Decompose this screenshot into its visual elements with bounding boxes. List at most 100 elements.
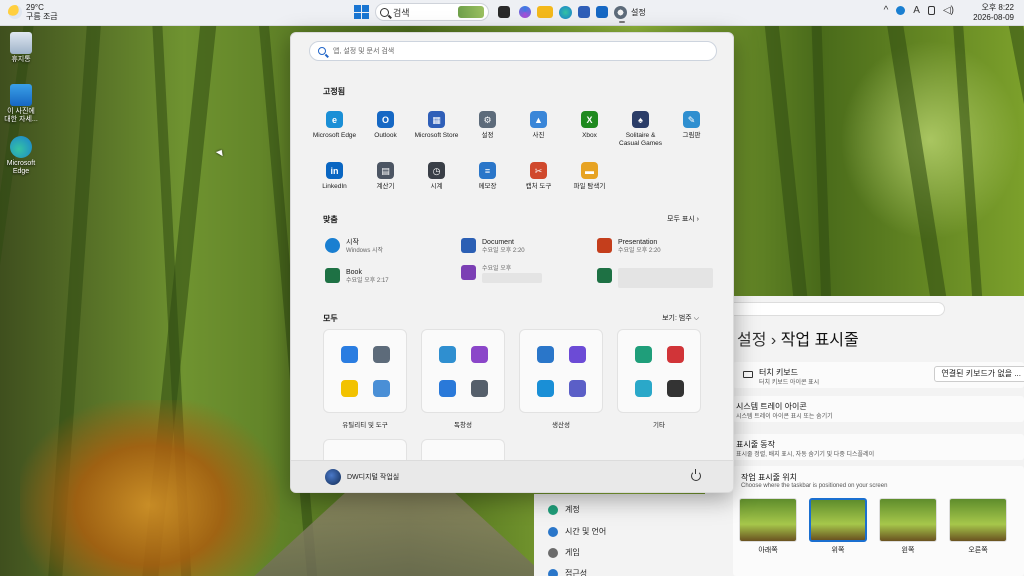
app-icon (634, 345, 652, 363)
recommended-name: Book (346, 269, 362, 276)
pinned-app[interactable]: ⚙ 설정 (462, 111, 513, 148)
touch-keyboard-row[interactable]: 터치 키보드 터치 키보드 아이콘 표시 연결된 키보드가 없을 ... (733, 362, 1024, 388)
taskbar-position-sub: Choose where the taskbar is positioned o… (741, 483, 888, 489)
folder-label: 생산성 (552, 422, 570, 429)
position-bottom[interactable]: 아래쪽 (739, 498, 797, 555)
recommended-name: Document (482, 239, 514, 246)
page-title: 작업 표시줄 (780, 332, 859, 349)
desktop-icon-photo-info[interactable]: 이 사진에 대한 자세... (3, 84, 39, 124)
pinned-app-label: 파일 탐색기 (573, 183, 606, 190)
folder-icon-grid (519, 329, 603, 413)
desktop-icon-edge[interactable]: Microsoft Edge (3, 136, 39, 176)
pinned-app[interactable]: ♠ Solitaire & Casual Games (615, 111, 666, 148)
recommended-item[interactable]: Presentation 수요일 오후 2:20 (597, 238, 661, 255)
view-category-button[interactable]: 보기: 범주 ⌵ (662, 313, 699, 323)
sidebar-item-label: 시간 및 언어 (565, 527, 607, 536)
pinned-app[interactable]: e Microsoft Edge (309, 111, 360, 148)
app-icon (340, 379, 358, 397)
position-left[interactable]: 왼쪽 (879, 498, 937, 555)
search-icon (318, 47, 326, 55)
category-folder[interactable]: 기타 (617, 329, 701, 429)
show-all-button[interactable]: 모두 표시 › (667, 214, 699, 224)
app-icon (438, 345, 456, 363)
weather-icon (8, 5, 22, 19)
position-preview (809, 498, 867, 542)
settings-icon[interactable] (614, 5, 627, 23)
touch-keyboard-dropdown[interactable]: 연결된 키보드가 없을 ... (934, 366, 1024, 382)
recommended-title: 맞춤 (323, 215, 338, 224)
breadcrumb-parent[interactable]: l 설정 (729, 332, 766, 349)
recommended-sub: 수요일 오후 2:20 (482, 248, 525, 254)
onenote-icon (461, 265, 476, 280)
recommended-sub: 수요일 오후 2:17 (346, 278, 389, 284)
pinned-app[interactable]: X Xbox (564, 111, 615, 148)
settings-search-input[interactable] (725, 302, 945, 316)
sidebar-item-accessibility[interactable]: 접근성 (548, 568, 587, 576)
chevron-up-icon[interactable]: ^ (884, 5, 889, 16)
user-account-button[interactable]: DW디지털 작업실 (325, 469, 399, 485)
position-right[interactable]: 오른쪽 (949, 498, 1007, 555)
pinned-app-label: 계산기 (376, 183, 395, 190)
pinned-app[interactable]: ◷ 시계 (411, 162, 462, 191)
pinned-app-label: Solitaire & Casual Games (619, 132, 662, 147)
clock-date: 2026-08-09 (973, 13, 1014, 22)
folder-label: 유틸리티 및 도구 (342, 422, 388, 429)
app-icon (568, 345, 586, 363)
folder-icon-grid (421, 329, 505, 413)
copilot-icon[interactable] (519, 6, 531, 18)
start-button[interactable] (353, 4, 369, 20)
desktop-icon-recycle-bin[interactable]: 휴지통 (3, 32, 39, 64)
app-icon (470, 345, 488, 363)
pinned-app[interactable]: ▦ Microsoft Store (411, 111, 462, 148)
volume-icon[interactable]: ◁) (943, 5, 954, 16)
ime-indicator[interactable]: A (913, 5, 920, 16)
start-footer: DW디지털 작업실 (291, 460, 733, 492)
task-view-icon[interactable] (498, 6, 510, 18)
outlook-icon[interactable] (596, 6, 608, 18)
category-folder[interactable]: 유틸리티 및 도구 (323, 329, 407, 429)
weather-widget[interactable]: 29°C 구름 조금 (8, 3, 58, 21)
recommended-item[interactable]: Document 수요일 오후 2:20 (461, 238, 525, 255)
store-icon[interactable] (578, 6, 590, 18)
pinned-app[interactable]: ▲ 사진 (513, 111, 564, 148)
recommended-item[interactable]: Book 수요일 오후 2:17 (325, 268, 389, 285)
recommended-item[interactable]: 수요일 오후 (461, 265, 542, 286)
system-tray-icons-row[interactable]: 시스템 트레이 아이콘 시스템 트레이 아이콘 표시 또는 숨기기 (733, 396, 1024, 422)
sidebar-item-time-language[interactable]: 시간 및 언어 (548, 526, 606, 537)
excel-icon (325, 268, 340, 283)
file-explorer-icon[interactable] (537, 6, 553, 18)
start-search-input[interactable]: 앱, 설정 및 문서 검색 (309, 41, 717, 61)
pinned-app[interactable]: ≡ 메모장 (462, 162, 513, 191)
pinned-app[interactable]: ✂ 캡처 도구 (513, 162, 564, 191)
system-tray: ^ A ◁) (884, 5, 954, 16)
battery-icon[interactable] (927, 6, 935, 15)
globe-icon (548, 526, 558, 537)
pinned-app-label: 그림판 (682, 132, 701, 139)
recycle-bin-icon (10, 32, 32, 54)
pinned-app[interactable]: ▤ 계산기 (360, 162, 411, 191)
pinned-app-label: 사진 (532, 132, 545, 139)
pinned-app[interactable]: ▬ 파일 탐색기 (564, 162, 615, 191)
recommended-sub: 수요일 오후 2:20 (618, 248, 661, 254)
taskbar-behaviors-row[interactable]: 표시줄 동작 표시줄 정렬, 배지 표시, 자동 숨기기 및 다중 디스플레이 (733, 434, 1024, 460)
clock[interactable]: 오후 8:22 2026-08-09 (973, 3, 1014, 23)
pinned-app[interactable]: in LinkedIn (309, 162, 360, 191)
onedrive-icon[interactable] (896, 6, 906, 15)
app-icon: ✎ (683, 111, 700, 128)
recommended-item[interactable]: 시작 Windows 시작 (325, 238, 383, 255)
app-icon: e (326, 111, 343, 128)
recommended-item[interactable] (597, 268, 713, 291)
category-folder[interactable]: 생산성 (519, 329, 603, 429)
sidebar-item-gaming[interactable]: 게임 (548, 547, 580, 558)
pinned-app[interactable]: ✎ 그림판 (666, 111, 717, 148)
category-folder[interactable]: 독창성 (421, 329, 505, 429)
weather-temp: 29°C (26, 3, 44, 12)
position-top[interactable]: 위쪽 (809, 498, 867, 555)
taskbar-search[interactable]: 검색 (375, 3, 489, 21)
photo-info-icon (10, 84, 32, 106)
edge-icon[interactable] (559, 5, 572, 19)
sidebar-item-accounts[interactable]: 계정 (548, 504, 580, 515)
power-icon[interactable] (691, 469, 701, 481)
pinned-app[interactable]: O Outlook (360, 111, 411, 148)
desktop-icon-label: 휴지통 (11, 56, 31, 63)
